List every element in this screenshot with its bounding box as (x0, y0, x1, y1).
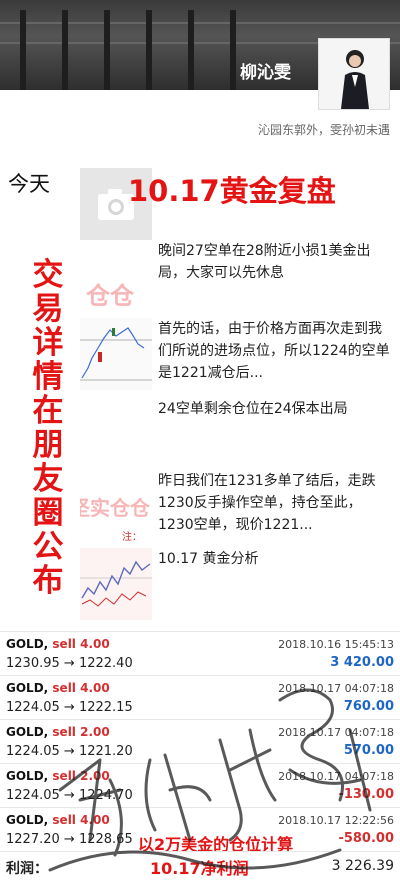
cover-fence-post (146, 10, 152, 90)
arrow-icon: → (63, 744, 75, 759)
cover-fence-post (230, 10, 236, 90)
feed-item-text[interactable]: 昨日我们在1231多单了结后，走跌1230反手操作空单，持仓至此，1230空单，… (158, 470, 390, 536)
profile-signature: 沁园东郭外，雯孙初未遇 (257, 123, 390, 137)
cover-wire (0, 22, 400, 24)
trade-symbol: GOLD, (6, 637, 49, 651)
post-thumbnail-chart[interactable] (80, 318, 152, 390)
post-thumbnail[interactable]: 仓仓 (80, 240, 152, 312)
post-title: 10.17黄金复盘 (128, 174, 336, 208)
post-thumbnail-chart[interactable] (80, 548, 152, 620)
thumbnail-note-text: 注：有。 (122, 532, 142, 542)
trade-open-price: 1224.05 (6, 788, 60, 803)
feed-item-text[interactable]: 首先的话，由于价格方面再次走到我们所说的进场点位，所以1224的空单是1221减… (158, 318, 390, 384)
cover-fence-post (20, 10, 26, 90)
avatar-person-image (319, 39, 389, 109)
arrow-icon: → (63, 656, 75, 671)
vertical-caption: 交易详情在朋友圈公布 (32, 257, 64, 599)
trade-date: 2018.10.16 15:45:13 (278, 638, 394, 651)
trade-row[interactable]: GOLD, sell 2.00 2018.10.17 04:07:18 1224… (0, 763, 400, 807)
trade-symbol: GOLD, (6, 725, 49, 739)
trade-row[interactable]: GOLD, sell 4.00 2018.10.16 15:45:13 1230… (0, 631, 400, 675)
trade-symbol: GOLD, (6, 681, 49, 695)
trade-close-price: 1228.65 (78, 832, 133, 847)
feed-item-text[interactable]: 晚间27空单在28附近小损1美金出局，大家可以先休息 (158, 240, 390, 284)
arrow-icon: → (63, 788, 75, 803)
trade-action: sell 2.00 (52, 725, 110, 739)
trade-date: 2018.10.17 04:07:18 (278, 770, 394, 783)
trade-profit: 760.00 (343, 699, 394, 714)
trade-open-price: 1224.05 (6, 700, 60, 715)
day-label: 今天 (8, 172, 50, 196)
cover-fence-post (62, 10, 68, 90)
feed-item-text[interactable]: 24空单剩余仓位在24保本出局 (158, 398, 390, 420)
trade-symbol: GOLD, (6, 813, 49, 827)
trade-action: sell 4.00 (52, 681, 110, 695)
trade-action: sell 4.00 (52, 813, 110, 827)
cover-fence-post (104, 10, 110, 90)
trade-profit: 3 420.00 (330, 655, 394, 670)
trade-symbol: GOLD, (6, 769, 49, 783)
trade-open-price: 1227.20 (6, 832, 60, 847)
arrow-icon: → (63, 832, 75, 847)
trade-date: 2018.10.17 04:07:18 (278, 682, 394, 695)
trade-close-price: 1221.20 (78, 744, 133, 759)
thumbnail-overlay-text: 仓仓 (86, 282, 134, 310)
trade-profit: -130.00 (338, 787, 394, 802)
trade-profit: -580.00 (338, 831, 394, 846)
trade-history-table: GOLD, sell 4.00 2018.10.16 15:45:13 1230… (0, 631, 400, 851)
profit-total-value: 3 226.39 (331, 858, 394, 874)
profile-username[interactable]: 柳沁雯 (240, 58, 291, 83)
trade-action: sell 4.00 (52, 637, 110, 651)
trade-date: 2018.10.17 04:07:18 (278, 726, 394, 739)
trade-profit: 570.00 (343, 743, 394, 758)
avatar[interactable] (318, 38, 390, 110)
trade-close-price: 1224.70 (78, 788, 133, 803)
trade-date: 2018.10.17 12:22:56 (278, 814, 394, 827)
feed-item-text[interactable]: 10.17 黄金分析 (158, 548, 390, 570)
price-chart-thumbnail (80, 560, 152, 607)
profit-label: 利润： (6, 861, 48, 877)
trade-row[interactable]: GOLD, sell 2.00 2018.10.17 04:07:18 1224… (0, 719, 400, 763)
price-chart-thumbnail (80, 327, 152, 381)
trade-close-price: 1222.40 (78, 656, 133, 671)
thumbnail-overlay-text: 坚实仓仓 (80, 496, 150, 520)
cover-fence-post (188, 10, 194, 90)
post-thumbnail[interactable]: 坚实仓仓 注：有。 (80, 470, 152, 542)
arrow-icon: → (63, 700, 75, 715)
trade-close-price: 1222.15 (78, 700, 133, 715)
trade-open-price: 1230.95 (6, 656, 60, 671)
note-line-2: 10.17净利润 (150, 859, 249, 878)
trade-open-price: 1224.05 (6, 744, 60, 759)
trade-action: sell 2.00 (52, 769, 110, 783)
trade-row[interactable]: GOLD, sell 4.00 2018.10.17 04:07:18 1224… (0, 675, 400, 719)
